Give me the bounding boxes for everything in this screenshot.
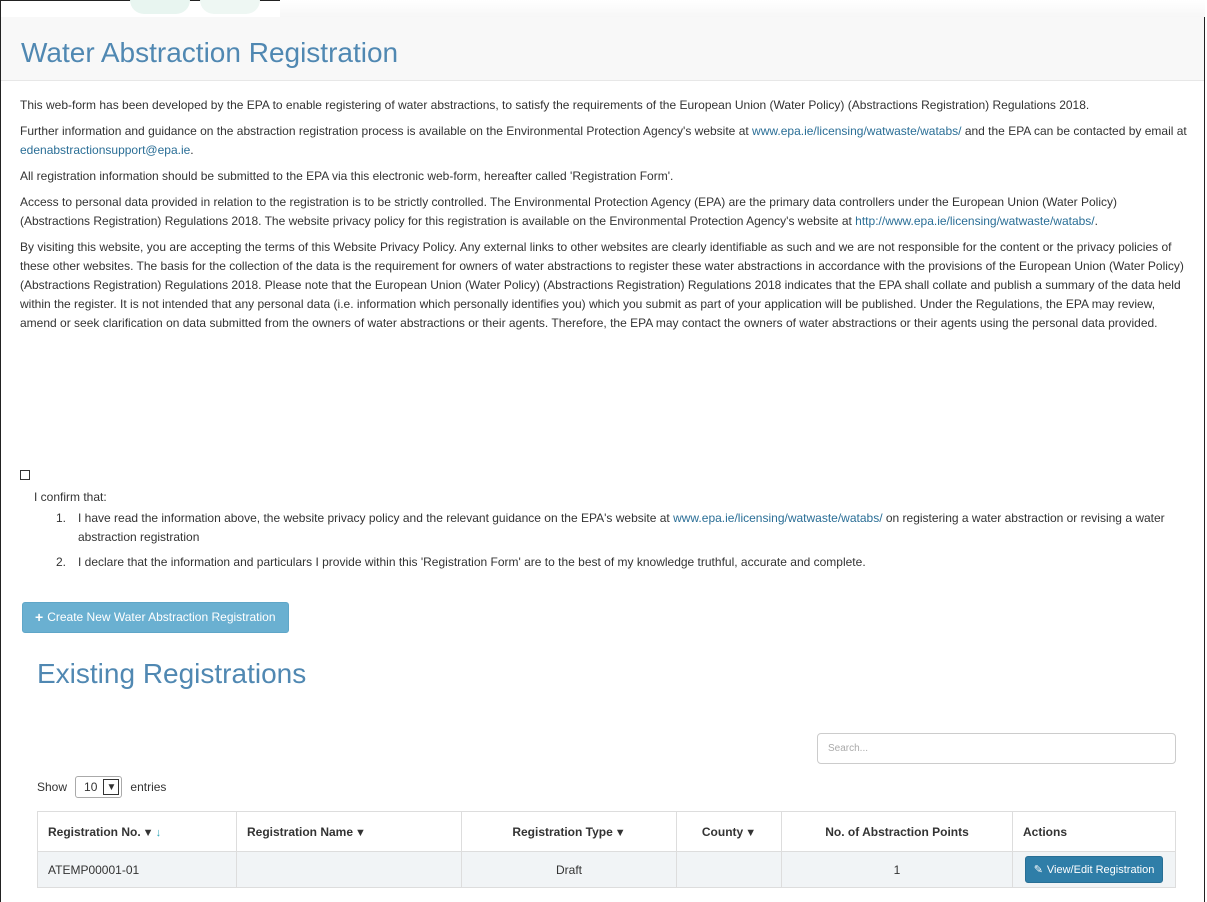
- cell-actions: ✎ View/Edit Registration: [1012, 851, 1176, 888]
- title-band: Water Abstraction Registration: [1, 17, 1204, 81]
- intro-text: This web-form has been developed by the …: [20, 96, 1190, 340]
- registrations-table: Registration No. ▼ ↓ Registration Name ▼ Re…: [37, 811, 1176, 888]
- intro-paragraph-3: All registration information should be s…: [20, 169, 674, 183]
- intro-paragraph-2-text: Further information and guidance on the …: [20, 124, 753, 138]
- view-edit-label: View/Edit Registration: [1046, 863, 1155, 876]
- confirm-item-2-number: 2.: [56, 555, 67, 569]
- col-abstraction-points[interactable]: No. of Abstraction Points: [781, 811, 1013, 852]
- create-registration-button[interactable]: + Create New Water Abstraction Registrat…: [22, 602, 289, 633]
- filter-icon[interactable]: ▼: [355, 827, 366, 839]
- filter-icon[interactable]: ▼: [143, 827, 154, 839]
- intro-paragraph-1: This web-form has been developed by the …: [20, 98, 1090, 112]
- top-strip: [280, 0, 1205, 17]
- cell-registration-name: [236, 851, 462, 888]
- existing-registrations-title: Existing Registrations: [37, 658, 307, 689]
- edit-icon: ✎: [1033, 864, 1043, 876]
- confirm-list: 1. I have read the information above, th…: [34, 509, 1184, 578]
- header-decoration: [130, 0, 270, 16]
- page-length-select[interactable]: 10 ▼: [75, 776, 123, 798]
- view-edit-registration-button[interactable]: ✎ View/Edit Registration: [1024, 856, 1164, 883]
- col-county-label: County: [701, 824, 744, 839]
- sort-ascending-icon[interactable]: ↓: [156, 827, 162, 839]
- intro-paragraph-5: By visiting this website, you are accept…: [20, 240, 1184, 330]
- col-actions-label: Actions: [1023, 824, 1068, 839]
- show-label: Show: [37, 780, 68, 794]
- confirm-item-1-text: I have read the information above, the w…: [78, 511, 674, 525]
- confirm-label: I confirm that:: [34, 490, 107, 504]
- plus-icon: +: [35, 609, 44, 625]
- intro-paragraph-2-text-c: .: [190, 143, 194, 157]
- create-registration-label: Create New Water Abstraction Registratio…: [47, 610, 276, 624]
- confirm-item-1-number: 1.: [56, 511, 67, 525]
- col-registration-name[interactable]: Registration Name ▼: [236, 811, 462, 852]
- page-title: Water Abstraction Registration: [21, 37, 399, 68]
- intro-paragraph-4-text-b: .: [1094, 214, 1098, 228]
- col-county[interactable]: County ▼: [676, 811, 782, 852]
- intro-paragraph-2: Further information and guidance on the …: [20, 122, 1190, 160]
- page-length-control: Show 10 ▼ entries: [37, 775, 166, 799]
- watabs-link[interactable]: www.epa.ie/licensing/watwaste/watabs/: [752, 124, 961, 138]
- confirm-checkbox[interactable]: [20, 470, 30, 480]
- col-abstraction-points-label: No. of Abstraction Points: [825, 824, 969, 839]
- table-header-row: Registration No. ▼ ↓ Registration Name ▼ Re…: [37, 811, 1176, 852]
- page-length-value: 10: [84, 780, 98, 794]
- col-registration-no[interactable]: Registration No. ▼ ↓: [37, 811, 237, 852]
- intro-paragraph-4: Access to personal data provided in rela…: [20, 193, 1190, 231]
- col-registration-no-label: Registration No.: [48, 824, 141, 839]
- cell-county: [676, 851, 782, 888]
- col-registration-name-label: Registration Name: [247, 824, 354, 839]
- chevron-down-icon: ▼: [103, 779, 120, 795]
- col-actions: Actions: [1012, 811, 1176, 852]
- filter-icon[interactable]: ▼: [745, 827, 756, 839]
- support-email-link[interactable]: edenabstractionsupport@epa.ie: [20, 143, 190, 157]
- table-row: ATEMP00001-01 Draft 1 ✎ View/Edit Regist…: [37, 851, 1176, 888]
- confirm-item-2: 2. I declare that the information and pa…: [34, 553, 1184, 572]
- guidance-link[interactable]: www.epa.ie/licensing/watwaste/watabs/: [673, 511, 882, 525]
- privacy-policy-link[interactable]: http://www.epa.ie/licensing/watwaste/wat…: [855, 214, 1094, 228]
- col-registration-type-label: Registration Type: [512, 824, 613, 839]
- entries-label: entries: [130, 780, 167, 794]
- search-input[interactable]: [817, 733, 1176, 764]
- intro-paragraph-2-text-b: and the EPA can be contacted by email at: [961, 124, 1187, 138]
- col-registration-type[interactable]: Registration Type ▼: [461, 811, 677, 852]
- confirm-item-2-text: I declare that the information and parti…: [78, 555, 866, 569]
- cell-registration-no: ATEMP00001-01: [37, 851, 237, 888]
- cell-registration-type: Draft: [461, 851, 677, 888]
- confirm-item-1: 1. I have read the information above, th…: [34, 509, 1184, 547]
- cell-abstraction-points: 1: [781, 851, 1013, 888]
- filter-icon[interactable]: ▼: [615, 827, 626, 839]
